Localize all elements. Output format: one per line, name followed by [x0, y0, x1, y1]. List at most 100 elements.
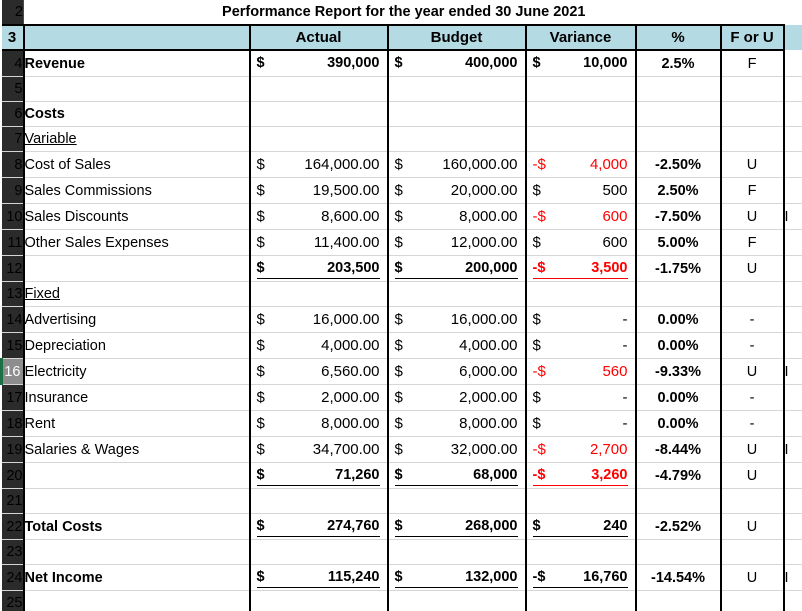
cell-actual-12[interactable]: $203,500 [248, 255, 388, 282]
cell-label-13[interactable]: Fixed [22, 281, 250, 307]
cell-variance-11[interactable]: $600 [524, 229, 636, 256]
cell-percent-7[interactable] [634, 126, 721, 152]
cell-variance-15[interactable]: $ - [524, 332, 636, 359]
cell-label-12[interactable] [22, 255, 250, 282]
cell-for-u-20[interactable]: U [719, 462, 785, 489]
cell-actual-18[interactable]: $8,000.00 [248, 410, 388, 437]
row-header-16[interactable]: 16 [0, 358, 24, 385]
cell-percent-13[interactable] [634, 281, 721, 307]
cell-percent-25[interactable] [634, 590, 721, 611]
row-header-20[interactable]: 20 [1, 462, 24, 489]
row-header-4[interactable]: 4 [1, 50, 24, 77]
cell-actual-23[interactable] [248, 539, 388, 565]
cell-actual-17[interactable]: $2,000.00 [248, 384, 388, 411]
cell-variance-9[interactable]: $500 [524, 177, 636, 204]
cell-budget-22[interactable]: $268,000 [386, 513, 526, 540]
row-header-19[interactable]: 19 [1, 436, 24, 463]
cell-label-20[interactable] [22, 462, 250, 489]
cell-actual-5[interactable] [248, 76, 388, 102]
cell-percent-23[interactable] [634, 539, 721, 565]
cell-percent-4[interactable]: 2.5% [634, 50, 721, 77]
cell-label-24[interactable]: Net Income [22, 564, 250, 591]
cell-budget-14[interactable]: $16,000.00 [386, 306, 526, 333]
row-header-13[interactable]: 13 [1, 281, 24, 307]
cell-percent-6[interactable] [634, 101, 721, 127]
cell-percent-22[interactable]: -2.52% [634, 513, 721, 540]
row-header-9[interactable]: 9 [1, 177, 24, 204]
cell-actual-6[interactable] [248, 101, 388, 127]
cell-variance-18[interactable]: $ - [524, 410, 636, 437]
cell-label-17[interactable]: Insurance [22, 384, 250, 411]
cell-percent-24[interactable]: -14.54% [634, 564, 721, 591]
cell-variance-25[interactable] [524, 590, 636, 611]
row-header-11[interactable]: 11 [1, 229, 24, 256]
cell-variance-16[interactable]: -$ 560 [524, 358, 636, 385]
cell-for-u-17[interactable]: - [719, 384, 785, 411]
cell-actual-7[interactable] [248, 126, 388, 152]
cell-budget-4[interactable]: $400,000 [386, 50, 526, 77]
cell-for-u-24[interactable]: U [719, 564, 785, 591]
cell-variance-24[interactable]: -$ 16,760 [524, 564, 636, 591]
cell-variance-8[interactable]: -$ 4,000 [524, 151, 636, 178]
cell-variance-20[interactable]: -$ 3,260 [524, 462, 636, 489]
cell-for-u-21[interactable] [719, 488, 785, 514]
cell-actual-22[interactable]: $274,760 [248, 513, 388, 540]
cell-percent-16[interactable]: -9.33% [634, 358, 721, 385]
cell-actual-8[interactable]: $164,000.00 [248, 151, 388, 178]
cell-label-4[interactable]: Revenue [22, 50, 250, 77]
cell-actual-24[interactable]: $115,240 [248, 564, 388, 591]
cell-label-18[interactable]: Rent [22, 410, 250, 437]
cell-for-u-25[interactable] [719, 590, 785, 611]
row-header-3[interactable]: 3 [1, 24, 24, 51]
cell-budget-24[interactable]: $132,000 [386, 564, 526, 591]
column-header-label[interactable] [22, 24, 250, 51]
cell-budget-20[interactable]: $68,000 [386, 462, 526, 489]
row-header-14[interactable]: 14 [1, 306, 24, 333]
row-header-5[interactable]: 5 [1, 76, 24, 102]
cell-budget-21[interactable] [386, 488, 526, 514]
cell-for-u-10[interactable]: U [719, 203, 785, 230]
cell-label-14[interactable]: Advertising [22, 306, 250, 333]
cell-percent-20[interactable]: -4.79% [634, 462, 721, 489]
cell-for-u-12[interactable]: U [719, 255, 785, 282]
row-header-12[interactable]: 12 [1, 255, 24, 282]
cell-for-u-7[interactable] [719, 126, 785, 152]
cell-variance-17[interactable]: $ - [524, 384, 636, 411]
row-header-2[interactable]: 2 [1, 0, 24, 25]
cell-variance-4[interactable]: $10,000 [524, 50, 636, 77]
cell-percent-14[interactable]: 0.00% [634, 306, 721, 333]
cell-percent-21[interactable] [634, 488, 721, 514]
cell-variance-23[interactable] [524, 539, 636, 565]
cell-actual-10[interactable]: $8,600.00 [248, 203, 388, 230]
cell-label-21[interactable] [22, 488, 250, 514]
cell-label-19[interactable]: Salaries & Wages [22, 436, 250, 463]
row-header-10[interactable]: 10 [1, 203, 24, 230]
cell-variance-19[interactable]: -$ 2,700 [524, 436, 636, 463]
row-header-8[interactable]: 8 [1, 151, 24, 178]
cell-actual-9[interactable]: $19,500.00 [248, 177, 388, 204]
cell-budget-5[interactable] [386, 76, 526, 102]
cell-percent-9[interactable]: 2.50% [634, 177, 721, 204]
cell-percent-5[interactable] [634, 76, 721, 102]
cell-for-u-22[interactable]: U [719, 513, 785, 540]
cell-label-5[interactable] [22, 76, 250, 102]
row-header-17[interactable]: 17 [1, 384, 24, 411]
row-header-18[interactable]: 18 [1, 410, 24, 437]
cell-for-u-8[interactable]: U [719, 151, 785, 178]
cell-label-22[interactable]: Total Costs [22, 513, 250, 540]
cell-percent-8[interactable]: -2.50% [634, 151, 721, 178]
cell-budget-15[interactable]: $4,000.00 [386, 332, 526, 359]
cell-budget-7[interactable] [386, 126, 526, 152]
cell-budget-18[interactable]: $8,000.00 [386, 410, 526, 437]
cell-actual-14[interactable]: $16,000.00 [248, 306, 388, 333]
cell-budget-25[interactable] [386, 590, 526, 611]
cell-label-23[interactable] [22, 539, 250, 565]
cell-variance-13[interactable] [524, 281, 636, 307]
cell-for-u-13[interactable] [719, 281, 785, 307]
cell-actual-20[interactable]: $71,260 [248, 462, 388, 489]
cell-label-15[interactable]: Depreciation [22, 332, 250, 359]
cell-budget-16[interactable]: $6,000.00 [386, 358, 526, 385]
cell-budget-9[interactable]: $20,000.00 [386, 177, 526, 204]
cell-actual-16[interactable]: $6,560.00 [248, 358, 388, 385]
row-header-6[interactable]: 6 [1, 101, 24, 127]
